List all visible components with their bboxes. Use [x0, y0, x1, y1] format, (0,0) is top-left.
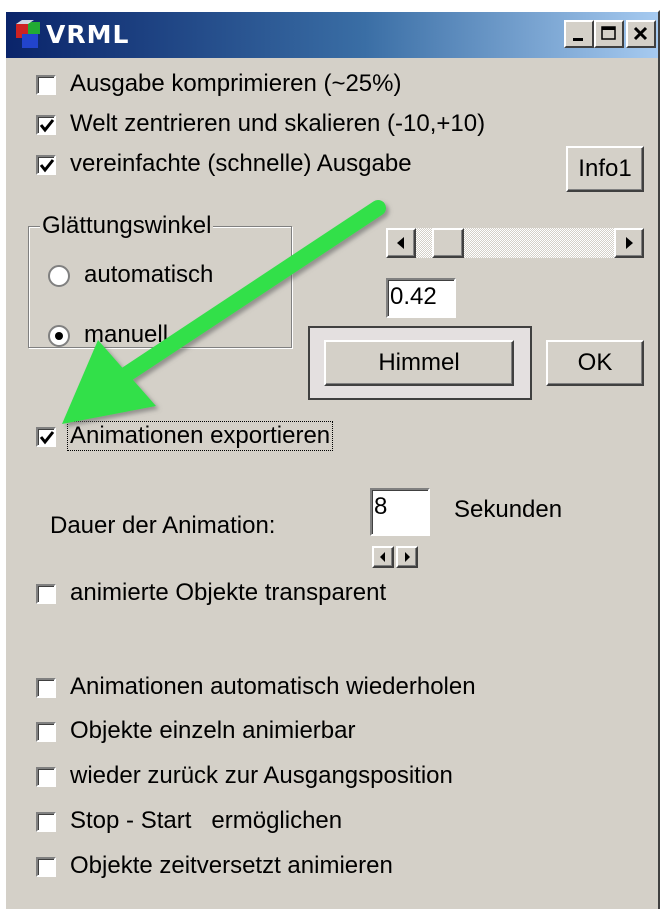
arrow-head-icon: [62, 340, 156, 424]
annotation-arrow: [62, 200, 386, 424]
arrow-shaft: [116, 200, 386, 384]
vrml-dialog: VRML Ausgabe komprimieren (~25%) Welt ze…: [4, 10, 660, 909]
